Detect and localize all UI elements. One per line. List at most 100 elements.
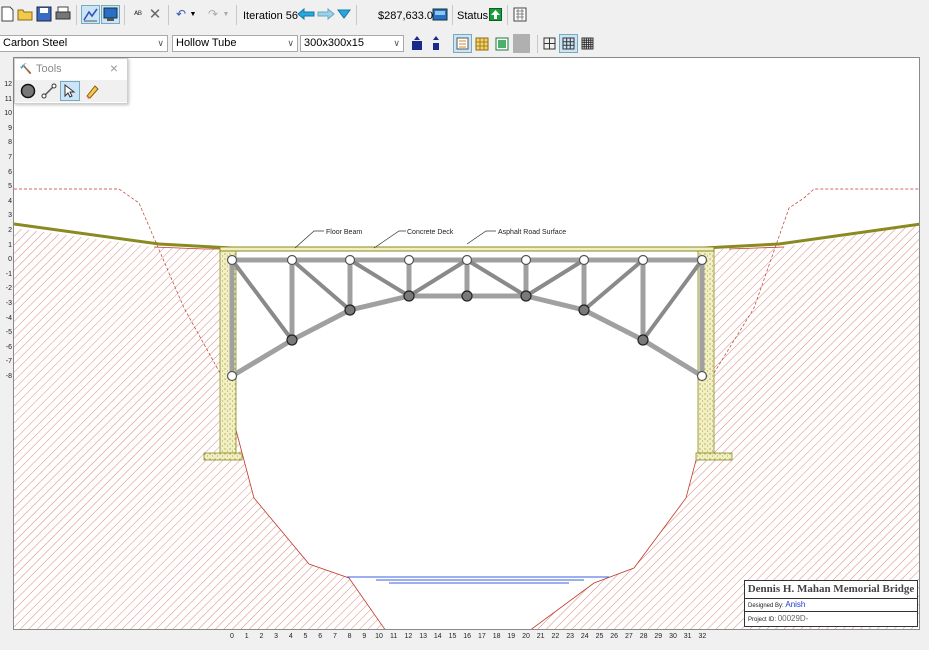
y-tick-label: 10 [4,110,12,118]
x-tick-label: 29 [654,633,663,640]
y-tick-label: 12 [4,81,12,88]
cost-value: $287,633.01 [378,10,440,22]
iteration-dropdown-icon[interactable] [337,8,351,20]
main-toolbar: ᴬᴮ ✕ ↶ ▼ ↷ ▼ Iteration 56 $287,633.01 St… [0,0,929,33]
x-tick-label: 15 [448,633,457,640]
disabled-tool-icon [513,34,530,53]
y-tick-label: 0 [8,256,12,264]
water-surface [347,576,609,584]
eraser-tool-icon[interactable] [83,82,101,100]
material-select-value: Carbon Steel [3,37,68,49]
member-list-icon[interactable] [453,34,472,53]
increase-size-icon[interactable] [411,36,423,51]
grid-medium-icon[interactable] [559,34,578,53]
tools-palette-header[interactable]: 🔨 Tools × [15,59,127,80]
member-tool-icon[interactable] [40,82,58,100]
spell-check-icon[interactable]: ᴬᴮ [130,6,146,22]
hammer-icon: 🔨 [19,63,33,75]
x-tick-label: 22 [551,633,560,640]
drawing-canvas[interactable]: Floor Beam Concrete Deck Asphalt Road Su… [13,57,920,630]
y-tick-label: 1 [8,241,12,249]
y-tick-label: 9 [8,124,12,132]
x-tick-label: 28 [639,633,648,640]
x-tick-label: 5 [303,633,308,640]
load-test-icon[interactable] [81,5,100,24]
save-icon[interactable] [36,6,52,22]
undo-dropdown-icon[interactable]: ▼ [188,6,198,22]
grid-coarse-icon[interactable] [542,36,557,51]
y-tick-label: 3 [8,212,12,220]
size-select-value: 300x300x15 [304,37,364,49]
y-tick-label: 8 [8,139,12,147]
status-ok-icon[interactable] [489,8,502,21]
drawing-board-icon[interactable] [101,5,120,24]
member-details-icon[interactable] [494,36,509,51]
cost-report-icon[interactable] [432,8,448,21]
title-block: Dennis H. Mahan Memorial Bridge Designed… [744,580,918,627]
vertical-scrollbar[interactable] [920,57,929,630]
y-tick-label: 5 [8,183,12,191]
x-tick-label: 10 [375,633,383,640]
x-tick-label: 14 [433,633,442,640]
new-document-icon[interactable] [0,6,14,22]
member-table-icon[interactable] [474,36,489,51]
concrete-deck [219,246,715,252]
y-tick-label: 4 [8,197,12,205]
joint-tool-icon[interactable] [19,82,37,100]
status-label: Status: [457,10,492,22]
tools-palette[interactable]: 🔨 Tools × [14,58,128,104]
x-tick-label: 12 [404,633,413,640]
material-select[interactable]: Carbon Steel ∨ [0,35,168,52]
x-tick-label: 21 [536,633,545,640]
y-tick-label: -1 [5,270,12,278]
redo-dropdown-icon[interactable]: ▼ [221,6,231,22]
y-tick-label: 2 [8,227,12,234]
x-tick-label: 31 [683,633,692,640]
y-tick-label: -2 [5,285,12,293]
delete-icon[interactable]: ✕ [148,6,162,23]
designed-by-label: Designed By: [748,603,784,609]
decrease-size-icon[interactable] [430,36,442,51]
undo-icon[interactable]: ↶ [174,6,188,22]
concrete-deck-label: Concrete Deck [407,229,454,236]
forward-arrow-icon[interactable] [317,8,335,20]
tools-palette-title: Tools [36,63,62,75]
grid-fine-icon[interactable] [580,36,595,51]
select-tool-icon[interactable] [60,81,80,101]
bridge-drawing: Floor Beam Concrete Deck Asphalt Road Su… [14,188,919,629]
x-tick-label: 8 [347,633,352,640]
close-icon[interactable]: × [110,60,118,76]
terrain-left [14,228,385,629]
x-tick-label: 24 [580,633,589,640]
x-tick-label: 19 [507,633,516,640]
open-folder-icon[interactable] [17,6,33,22]
section-select-value: Hollow Tube [176,37,237,49]
x-tick-label: 25 [595,633,604,640]
size-select[interactable]: 300x300x15 ∨ [300,35,404,52]
x-tick-label: 9 [362,633,367,640]
x-tick-label: 6 [318,633,323,640]
calculator-icon[interactable] [513,7,527,22]
terrain-right [531,224,919,629]
x-tick-label: 30 [669,633,677,640]
designer-name: Anish [785,600,806,609]
designed-by-row: Designed By: Anish [745,598,917,612]
x-tick-label: 26 [610,633,619,640]
section-select[interactable]: Hollow Tube ∨ [172,35,298,52]
y-tick-label: -7 [5,358,12,366]
x-tick-label: 18 [492,633,501,640]
tools-row [15,80,127,102]
x-tick-label: 23 [566,633,574,640]
y-tick-label: -5 [5,329,12,337]
y-tick-label: 7 [8,154,12,161]
print-icon[interactable] [55,6,71,22]
back-arrow-icon[interactable] [297,8,315,20]
x-tick-label: 32 [698,633,707,640]
x-tick-label: 0 [230,633,234,640]
y-tick-label: -4 [5,314,12,322]
redo-icon[interactable]: ↷ [206,6,220,22]
x-tick-label: 1 [244,633,249,640]
chevron-down-icon: ∨ [287,38,294,48]
project-id-label: Project ID: [748,617,777,623]
x-tick-label: 13 [419,633,427,640]
